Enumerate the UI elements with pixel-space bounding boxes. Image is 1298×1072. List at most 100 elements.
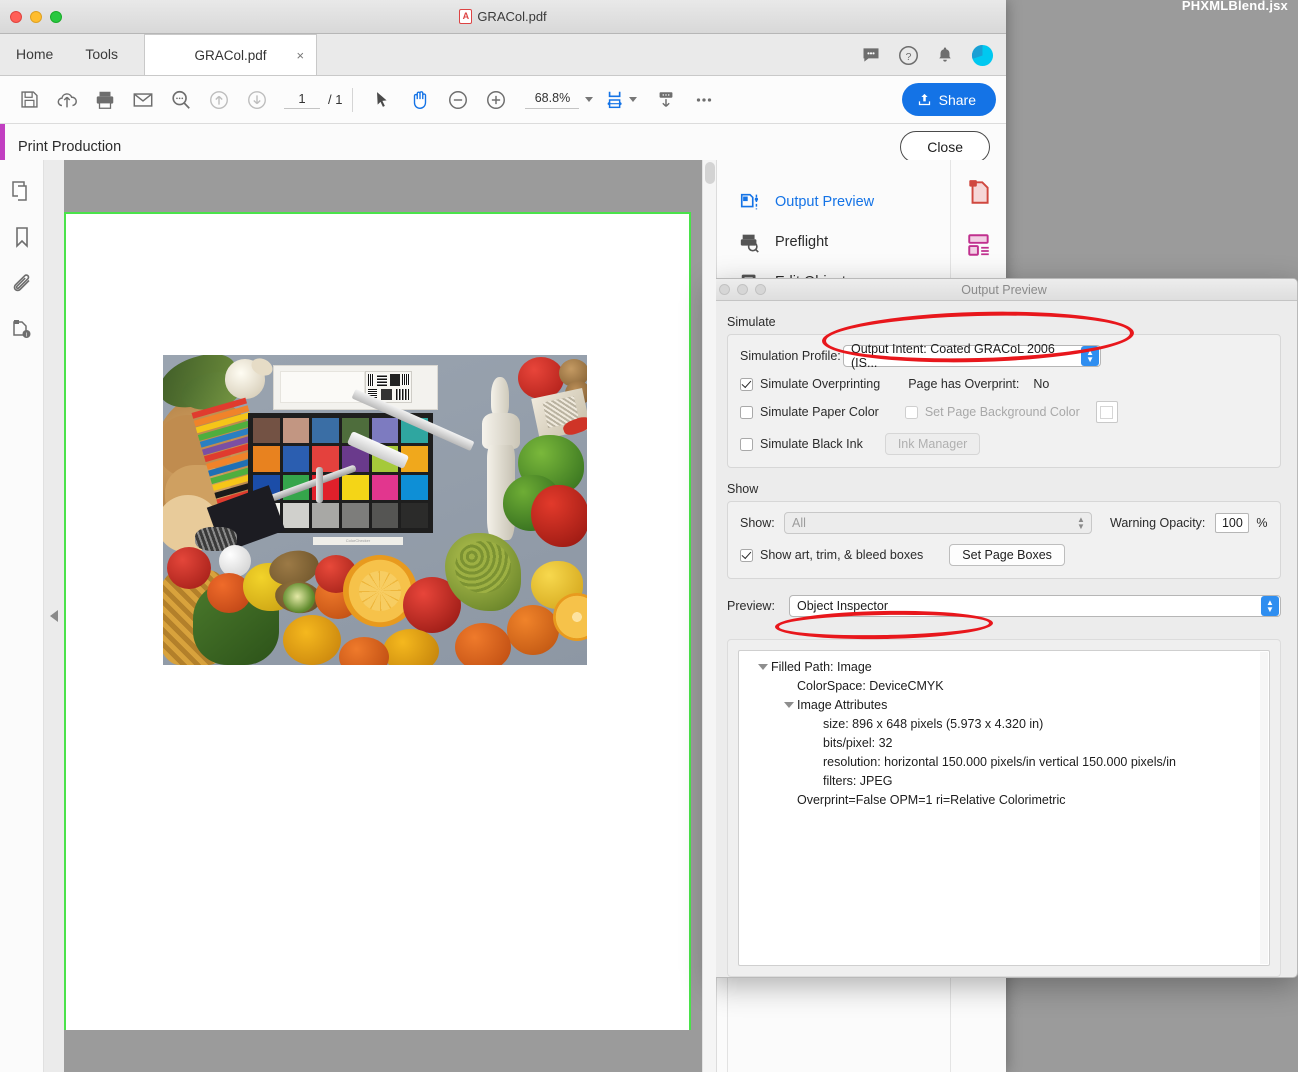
tree-node-label: Image Attributes bbox=[797, 698, 888, 712]
preview-dropdown[interactable]: Object Inspector ▲ ▼ bbox=[789, 595, 1281, 617]
show-dropdown[interactable]: All ▲ ▼ bbox=[784, 512, 1092, 534]
export-pdf-icon[interactable] bbox=[966, 178, 992, 206]
next-page-icon[interactable] bbox=[238, 81, 276, 119]
fit-page-chevron-icon[interactable] bbox=[629, 97, 638, 102]
preview-label: Preview: bbox=[727, 599, 775, 613]
set-page-boxes-button[interactable]: Set Page Boxes bbox=[949, 544, 1065, 566]
swatch-inner bbox=[1100, 405, 1114, 419]
simulate-group: Simulation Profile: Output Intent: Coate… bbox=[727, 334, 1281, 468]
zoom-control[interactable]: 68.8% bbox=[525, 91, 594, 109]
navigation-rail: i bbox=[0, 160, 44, 1072]
sidebar-item-output-preview[interactable]: Output Preview bbox=[717, 182, 950, 222]
document-tab[interactable]: GRACol.pdf × bbox=[144, 34, 318, 75]
set-page-background-color-checkbox bbox=[904, 405, 918, 419]
comment-icon[interactable] bbox=[861, 45, 881, 65]
tree-node-label: size: 896 x 648 pixels (5.973 x 4.320 in… bbox=[823, 717, 1044, 731]
print-icon[interactable] bbox=[86, 81, 124, 119]
content-info-icon[interactable]: i bbox=[9, 316, 35, 342]
chevron-updown-icon[interactable]: ▲ ▼ bbox=[1072, 513, 1090, 533]
upload-cloud-icon[interactable] bbox=[48, 81, 86, 119]
show-group-label: Show bbox=[727, 482, 759, 496]
warning-opacity-input[interactable]: 100 bbox=[1215, 513, 1250, 533]
dialog-title-text: Output Preview bbox=[961, 282, 1047, 297]
sidebar-item-label: Output Preview bbox=[775, 194, 875, 210]
tree-node[interactable]: Filled Path: Image bbox=[745, 658, 1263, 677]
avatar-icon[interactable] bbox=[971, 44, 994, 67]
simulate-group-label: Simulate bbox=[727, 315, 776, 329]
show-boxes-checkbox[interactable] bbox=[740, 548, 753, 562]
disclosure-triangle-icon[interactable] bbox=[781, 696, 797, 708]
tree-node[interactable]: ColorSpace: DeviceCMYK bbox=[745, 677, 1263, 696]
viewer-scroll-thumb[interactable] bbox=[705, 162, 715, 184]
tree-nodes: Filled Path: Image ColorSpace: DeviceCMYK… bbox=[745, 658, 1263, 810]
share-button[interactable]: Share bbox=[901, 83, 996, 116]
output-preview-icon bbox=[740, 193, 759, 210]
simulate-paper-color-checkbox[interactable] bbox=[740, 405, 753, 419]
close-icon[interactable]: × bbox=[296, 48, 304, 63]
page-thumbnails-icon[interactable] bbox=[9, 178, 35, 204]
show-boxes-label: Show art, trim, & bleed boxes bbox=[760, 548, 924, 562]
tree-node[interactable]: bits/pixel: 32 bbox=[745, 734, 1263, 753]
tree-node[interactable]: size: 896 x 648 pixels (5.973 x 4.320 in… bbox=[745, 715, 1263, 734]
toolbar-divider bbox=[352, 87, 354, 112]
disclosure-triangle-icon[interactable] bbox=[755, 658, 771, 670]
object-inspector-panel: Filled Path: Image ColorSpace: DeviceCMYK… bbox=[727, 639, 1281, 977]
simulate-black-ink-row: Simulate Black Ink Ink Manager bbox=[740, 433, 1268, 455]
simulation-profile-dropdown[interactable]: Output Intent: Coated GRACoL 2006 (IS...… bbox=[843, 342, 1101, 370]
hand-icon[interactable] bbox=[401, 81, 439, 119]
document-viewer[interactable]: ColorChecker bbox=[44, 160, 716, 1072]
zoom-out-icon[interactable] bbox=[439, 81, 477, 119]
preflight-icon bbox=[740, 234, 759, 253]
collapse-sidebar-handle[interactable] bbox=[44, 160, 64, 1072]
bell-icon[interactable] bbox=[936, 45, 954, 65]
chevron-updown-icon[interactable]: ▲ ▼ bbox=[1261, 596, 1279, 616]
select-cursor-icon[interactable] bbox=[363, 81, 401, 119]
tree-node-label: bits/pixel: 32 bbox=[823, 736, 893, 750]
window-title-text: GRACol.pdf bbox=[477, 9, 547, 24]
help-icon[interactable]: ? bbox=[898, 45, 919, 66]
tree-node[interactable]: resolution: horizontal 150.000 pixels/in… bbox=[745, 753, 1263, 772]
window-titlebar: GRACol.pdf bbox=[0, 0, 1006, 34]
simulate-black-ink-label: Simulate Black Ink bbox=[760, 437, 863, 451]
menu-home[interactable]: Home bbox=[0, 33, 69, 75]
tree-node[interactable]: Image Attributes bbox=[745, 696, 1263, 715]
simulate-paper-color-label: Simulate Paper Color bbox=[760, 405, 879, 419]
attachments-icon[interactable] bbox=[9, 270, 35, 296]
chevron-updown-icon[interactable]: ▲ ▼ bbox=[1081, 346, 1099, 366]
simulate-overprinting-checkbox[interactable] bbox=[740, 377, 753, 391]
dialog-titlebar: Output Preview bbox=[711, 279, 1297, 301]
tree-node-label: filters: JPEG bbox=[823, 774, 893, 788]
scroll-mode-icon[interactable] bbox=[647, 81, 685, 119]
sidebar-item-preflight[interactable]: Preflight bbox=[717, 222, 950, 262]
zoom-level-value[interactable]: 68.8% bbox=[525, 91, 580, 109]
share-button-label: Share bbox=[938, 91, 976, 108]
chevron-down-icon[interactable] bbox=[585, 97, 594, 102]
page-number-input[interactable]: 1 bbox=[284, 91, 320, 109]
triangle-down-icon bbox=[784, 702, 794, 708]
window-title: GRACol.pdf bbox=[0, 9, 1006, 24]
page-background-color-swatch[interactable] bbox=[1095, 401, 1118, 423]
tree-node[interactable]: filters: JPEG bbox=[745, 772, 1263, 791]
organize-pages-icon[interactable] bbox=[966, 232, 992, 258]
search-icon[interactable] bbox=[162, 81, 200, 119]
percent-label: % bbox=[1256, 516, 1268, 530]
warning-opacity-label: Warning Opacity: bbox=[1110, 516, 1206, 530]
simulate-overprinting-row: Simulate Overprinting Page has Overprint… bbox=[740, 377, 1268, 391]
zoom-in-icon[interactable] bbox=[477, 81, 515, 119]
viewer-vertical-scrollbar[interactable] bbox=[702, 160, 716, 1072]
svg-text:i: i bbox=[25, 333, 26, 339]
tree-node-label: resolution: horizontal 150.000 pixels/in… bbox=[823, 755, 1176, 769]
tree-vertical-scrollbar[interactable] bbox=[1260, 652, 1268, 964]
show-boxes-row: Show art, trim, & bleed boxes Set Page B… bbox=[740, 544, 1268, 566]
simulation-profile-label: Simulation Profile: bbox=[740, 349, 841, 363]
email-icon[interactable] bbox=[124, 81, 162, 119]
object-inspector-tree[interactable]: Filled Path: Image ColorSpace: DeviceCMYK… bbox=[738, 650, 1270, 966]
previous-page-icon[interactable] bbox=[200, 81, 238, 119]
bookmarks-icon[interactable] bbox=[9, 224, 35, 250]
tree-node[interactable]: Overprint=False OPM=1 ri=Relative Colori… bbox=[745, 791, 1263, 810]
menu-tools[interactable]: Tools bbox=[69, 33, 134, 75]
simulate-black-ink-checkbox[interactable] bbox=[740, 437, 753, 451]
more-options-icon[interactable] bbox=[685, 81, 723, 119]
close-panel-button[interactable]: Close bbox=[900, 130, 990, 163]
save-icon[interactable] bbox=[10, 81, 48, 119]
